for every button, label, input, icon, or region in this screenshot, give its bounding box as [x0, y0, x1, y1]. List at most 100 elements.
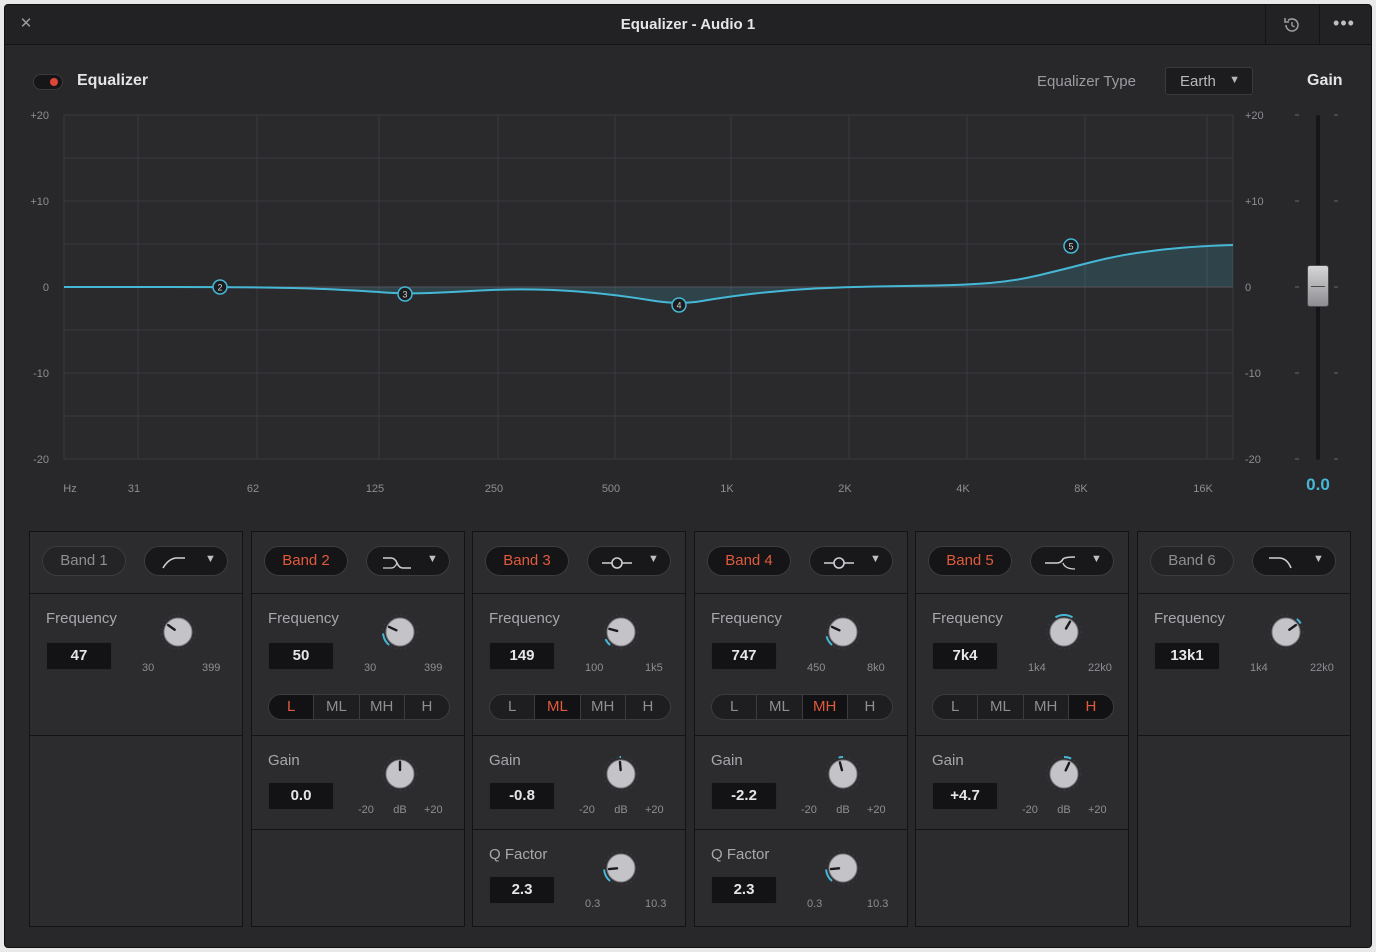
band-toggle-button[interactable]: Band 3 — [485, 546, 569, 576]
band-toggle-button[interactable]: Band 5 — [928, 546, 1012, 576]
gain-max: +20 — [645, 804, 664, 816]
band-marker-2[interactable]: 2 — [212, 279, 228, 295]
frequency-max: 399 — [424, 662, 443, 674]
frequency-value[interactable]: 47 — [46, 642, 112, 670]
chevron-down-icon: ▼ — [427, 553, 438, 565]
range-option-h[interactable]: H — [848, 695, 892, 719]
q-factor-value[interactable]: 2.3 — [711, 876, 777, 904]
gain-unit: dB — [1057, 804, 1071, 816]
filter-type-dropdown[interactable]: ▼ — [587, 546, 671, 576]
filter-type-dropdown[interactable]: ▼ — [144, 546, 228, 576]
gain-unit: dB — [614, 804, 628, 816]
x-tick-label: 1K — [720, 483, 734, 495]
band-panel-5: Band 5 ▼ Frequency 7k4 1k4 22k0 L ML MH H Gain +4.7… — [915, 531, 1129, 927]
q-factor-knob[interactable] — [601, 848, 641, 888]
eq-graph[interactable]: +20 +20+10 +100 0-10 -10-20 -20Hz 31 62 125 250 50… — [5, 5, 1372, 515]
filter-type-dropdown[interactable]: ▼ — [366, 546, 450, 576]
frequency-label: Frequency — [711, 610, 782, 627]
range-option-l[interactable]: L — [712, 695, 758, 719]
range-option-ml[interactable]: ML — [314, 695, 360, 719]
gain-value-field[interactable]: -2.2 — [711, 782, 777, 810]
frequency-min: 30 — [142, 662, 155, 674]
band-toggle-button[interactable]: Band 1 — [42, 546, 126, 576]
gain-max: +20 — [424, 804, 443, 816]
frequency-max: 1k5 — [645, 662, 663, 674]
range-option-h[interactable]: H — [405, 695, 449, 719]
gain-knob[interactable] — [823, 754, 863, 794]
gain-value-field[interactable]: 0.0 — [268, 782, 334, 810]
range-option-mh[interactable]: MH — [360, 695, 405, 719]
gain-section: Gain 0.0 -20 dB +20 — [252, 736, 464, 830]
range-option-mh[interactable]: MH — [581, 695, 626, 719]
band-toggle-button[interactable]: Band 4 — [707, 546, 791, 576]
frequency-max: 399 — [202, 662, 221, 674]
y-tick-label-right: -10 — [1245, 368, 1261, 380]
range-option-mh[interactable]: MH — [1024, 695, 1069, 719]
gain-min: -20 — [1022, 804, 1038, 816]
gain-value[interactable]: 0.0 — [1301, 475, 1335, 495]
frequency-knob[interactable] — [601, 612, 641, 652]
x-tick-label: 250 — [485, 483, 503, 495]
range-option-mh[interactable]: MH — [802, 695, 848, 719]
frequency-label: Frequency — [932, 610, 1003, 627]
y-tick-label-left: +10 — [30, 196, 49, 208]
y-tick-label-right: -20 — [1245, 454, 1261, 466]
range-option-l[interactable]: L — [490, 695, 536, 719]
range-option-l[interactable]: L — [933, 695, 979, 719]
frequency-min: 450 — [807, 662, 826, 674]
band-marker-4[interactable]: 4 — [671, 297, 687, 313]
range-option-h[interactable]: H — [1068, 695, 1113, 719]
frequency-value[interactable]: 747 — [711, 642, 777, 670]
frequency-value[interactable]: 149 — [489, 642, 555, 670]
y-tick-label-right: +20 — [1245, 110, 1264, 122]
y-tick-label-right: +10 — [1245, 196, 1264, 208]
gain-knob[interactable] — [601, 754, 641, 794]
band-marker-3[interactable]: 3 — [397, 286, 413, 302]
gain-fader-handle[interactable] — [1307, 265, 1329, 307]
filter-type-dropdown[interactable]: ▼ — [809, 546, 893, 576]
range-option-ml[interactable]: ML — [978, 695, 1024, 719]
y-tick-label-left: -10 — [33, 368, 49, 380]
range-option-ml[interactable]: ML — [535, 695, 581, 719]
frequency-knob[interactable] — [1044, 612, 1084, 652]
frequency-value[interactable]: 50 — [268, 642, 334, 670]
gain-value-field[interactable]: +4.7 — [932, 782, 998, 810]
frequency-knob[interactable] — [158, 612, 198, 652]
band-header: Band 3 ▼ — [473, 532, 685, 594]
band-panel-4: Band 4 ▼ Frequency 747 450 8k0 L ML MH H Gain -2.2 -… — [694, 531, 908, 927]
range-option-ml[interactable]: ML — [757, 695, 803, 719]
gain-knob[interactable] — [1044, 754, 1084, 794]
gain-value-field[interactable]: -0.8 — [489, 782, 555, 810]
frequency-range-selector: L ML MH H — [711, 694, 893, 720]
chevron-down-icon: ▼ — [205, 553, 216, 565]
q-factor-value[interactable]: 2.3 — [489, 876, 555, 904]
gain-label: Gain — [268, 752, 300, 769]
gain-knob[interactable] — [380, 754, 420, 794]
range-option-h[interactable]: H — [626, 695, 670, 719]
band-toggle-button[interactable]: Band 2 — [264, 546, 348, 576]
frequency-value[interactable]: 13k1 — [1154, 642, 1220, 670]
x-tick-label: 16K — [1193, 483, 1213, 495]
frequency-section: Frequency 47 30 399 — [30, 594, 242, 736]
x-tick-label: 125 — [366, 483, 384, 495]
filter-type-dropdown[interactable]: ▼ — [1252, 546, 1336, 576]
band-toggle-button[interactable]: Band 6 — [1150, 546, 1234, 576]
band-header: Band 5 ▼ — [916, 532, 1128, 594]
band-marker-label: 3 — [402, 290, 407, 300]
frequency-max: 22k0 — [1088, 662, 1112, 674]
q-factor-knob[interactable] — [823, 848, 863, 888]
band-header: Band 4 ▼ — [695, 532, 907, 594]
frequency-value[interactable]: 7k4 — [932, 642, 998, 670]
filter-type-dropdown[interactable]: ▼ — [1030, 546, 1114, 576]
band-marker-label: 2 — [217, 283, 222, 293]
gain-section: Gain +4.7 -20 dB +20 — [916, 736, 1128, 830]
chevron-down-icon: ▼ — [1091, 553, 1102, 565]
frequency-label: Frequency — [489, 610, 560, 627]
gain-min: -20 — [579, 804, 595, 816]
frequency-knob[interactable] — [380, 612, 420, 652]
frequency-knob[interactable] — [823, 612, 863, 652]
gain-max: +20 — [867, 804, 886, 816]
frequency-knob[interactable] — [1266, 612, 1306, 652]
range-option-l[interactable]: L — [269, 695, 315, 719]
band-marker-5[interactable]: 5 — [1063, 238, 1079, 254]
